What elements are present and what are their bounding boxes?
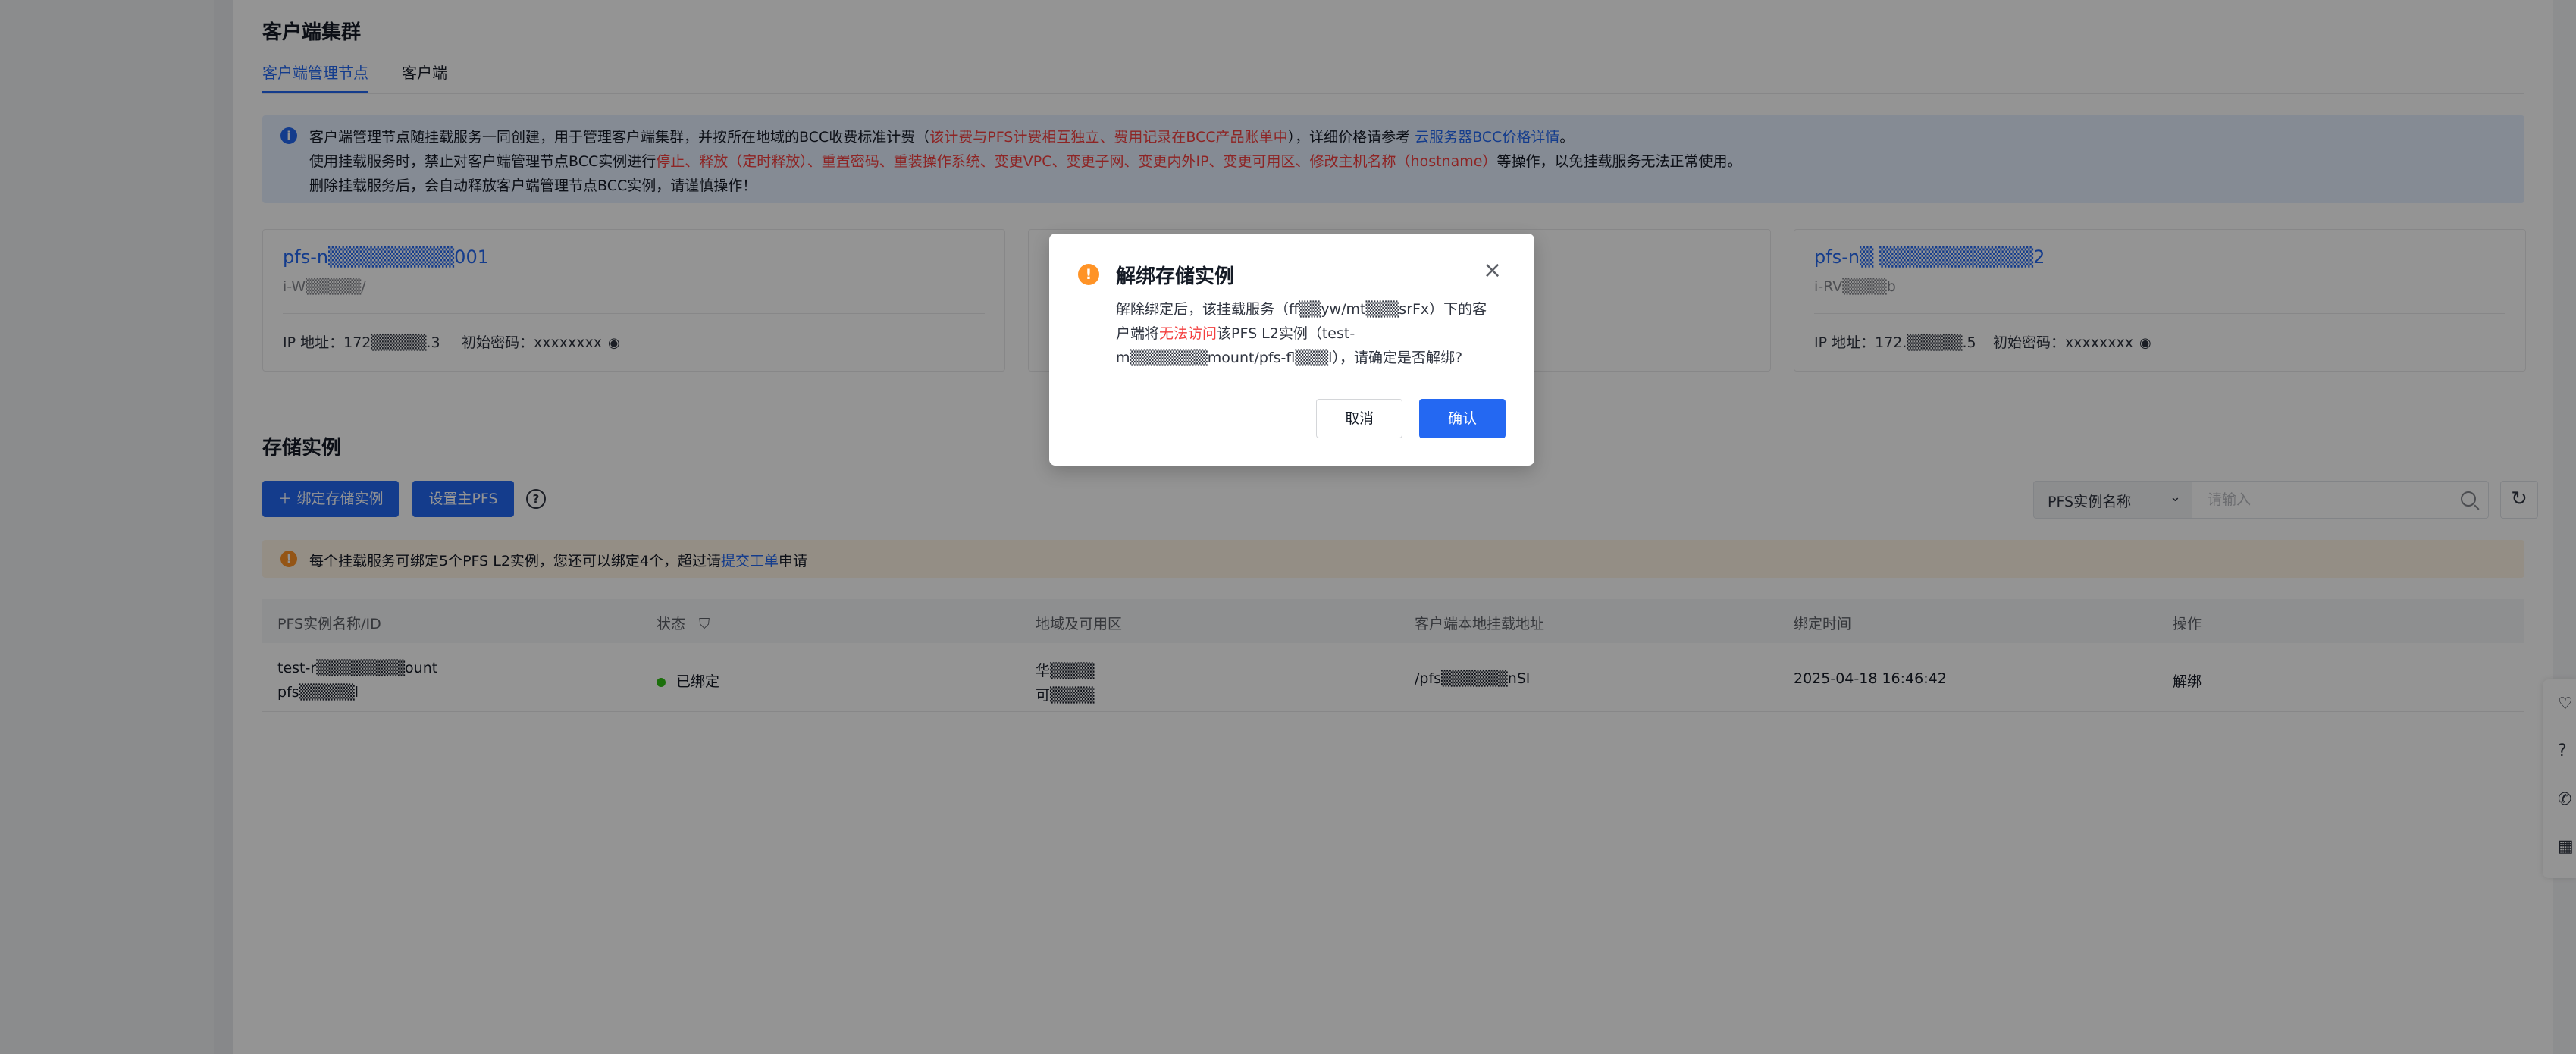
unbind-dialog: ! 解绑存储实例 × 解除绑定后，该挂载服务（ff▒▒yw/mt▒▒▒srFx）… — [1049, 234, 1534, 466]
confirm-button[interactable]: 确认 — [1419, 399, 1506, 438]
cancel-button[interactable]: 取消 — [1316, 399, 1402, 438]
dialog-message: 解除绑定后，该挂载服务（ff▒▒yw/mt▒▒▒srFx）下的客户端将无法访问该… — [1116, 301, 1487, 366]
modal-mask — [0, 0, 2576, 1054]
close-icon[interactable]: × — [1483, 259, 1502, 282]
dialog-title: 解绑存储实例 — [1116, 265, 1235, 288]
warning-icon: ! — [1078, 264, 1099, 285]
